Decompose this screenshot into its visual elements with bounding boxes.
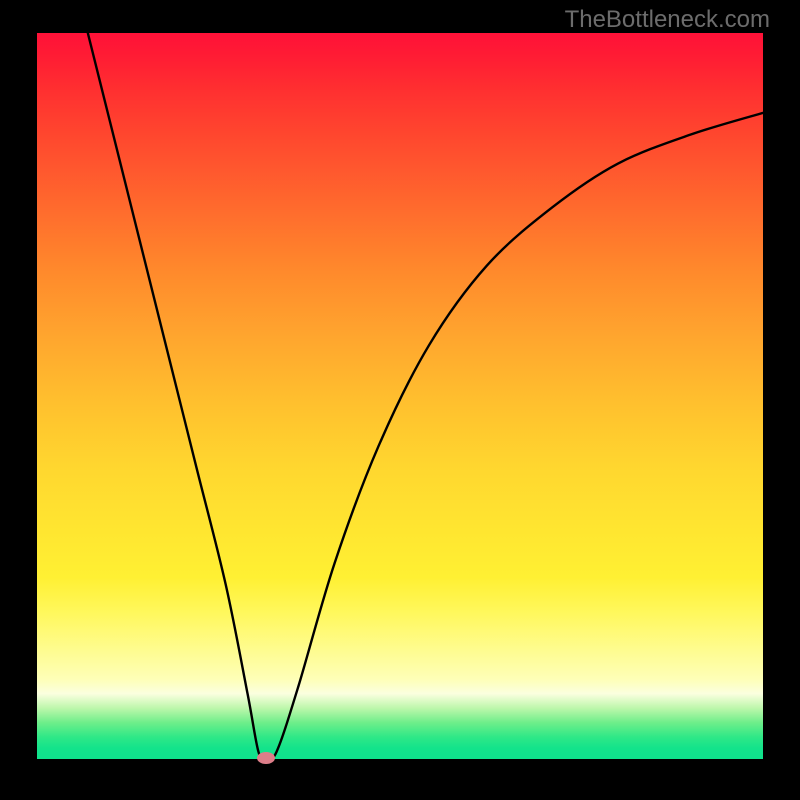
chart-frame: TheBottleneck.com xyxy=(0,0,800,800)
watermark: TheBottleneck.com xyxy=(565,6,770,34)
gradient-plot-area xyxy=(37,33,763,759)
optimal-point-marker xyxy=(257,752,275,764)
